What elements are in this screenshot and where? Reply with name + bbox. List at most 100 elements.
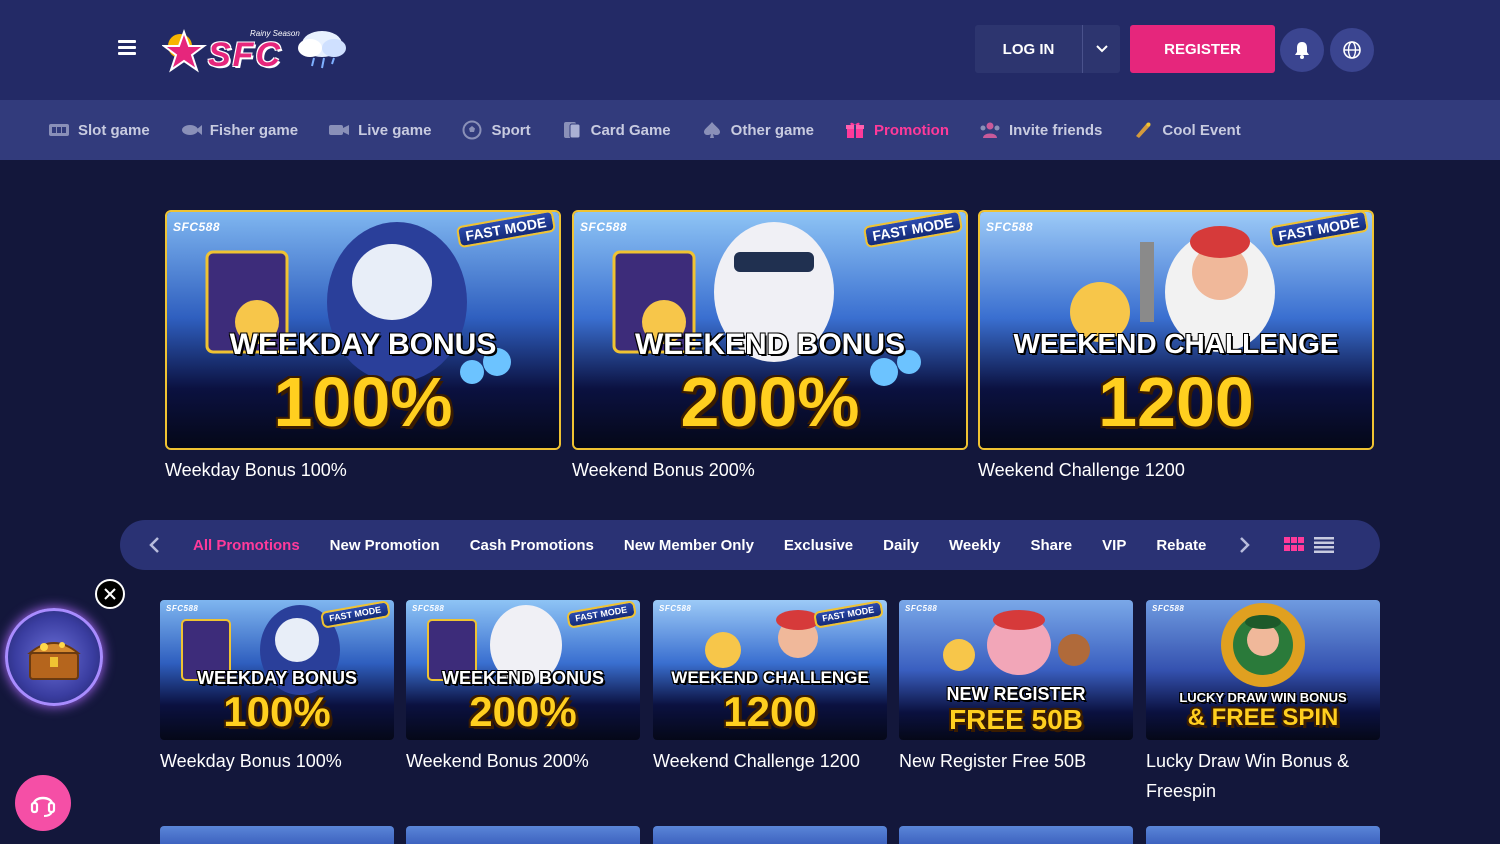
- promo-thumbnail[interactable]: [653, 826, 887, 844]
- nav-label: Sport: [491, 121, 531, 139]
- promo-title: WEEKEND CHALLENGE: [671, 668, 869, 687]
- menu-icon[interactable]: [118, 38, 142, 62]
- nav-label: Live game: [358, 121, 432, 139]
- promo-caption[interactable]: Weekday Bonus 100%: [160, 746, 394, 776]
- nav-label: Promotion: [874, 121, 950, 139]
- live-camera-icon: [328, 120, 350, 140]
- promo-caption[interactable]: New Register Free 50B: [899, 746, 1133, 776]
- nav-item-cool-event[interactable]: Cool Event: [1132, 120, 1241, 140]
- promotion-filter-bar: All Promotions New Promotion Cash Promot…: [120, 520, 1380, 570]
- promo-thumbnail[interactable]: [406, 826, 640, 844]
- customer-support-button[interactable]: [15, 775, 71, 831]
- nav-item-other-game[interactable]: Other game: [701, 120, 814, 140]
- promo-card[interactable]: SFC588 LUCKY DRAW WIN BONUS & FREE SPIN …: [1146, 600, 1380, 806]
- bell-icon[interactable]: [1280, 28, 1324, 72]
- login-group: LOG IN: [975, 25, 1120, 73]
- tab-new-promotion[interactable]: New Promotion: [315, 537, 455, 554]
- chevron-down-icon[interactable]: [1083, 25, 1120, 73]
- spade-icon: [701, 120, 723, 140]
- chevron-left-icon[interactable]: [130, 520, 178, 570]
- featured-caption[interactable]: Weekend Bonus 200%: [572, 460, 968, 481]
- promo-banner[interactable]: SFC588 FAST MODE WEEKEND BONUS 200%: [572, 210, 968, 450]
- promo-thumbnail[interactable]: SFC588 LUCKY DRAW WIN BONUS & FREE SPIN: [1146, 600, 1380, 740]
- promo-card[interactable]: SFC588 FAST MODE WEEKEND CHALLENGE 1200 …: [653, 600, 887, 776]
- tab-share[interactable]: Share: [1015, 537, 1087, 554]
- people-icon: [979, 120, 1001, 140]
- nav-label: Cool Event: [1162, 121, 1241, 139]
- site-header: SFC Rainy Season LOG IN REGISTER: [0, 0, 1500, 100]
- logo-subtext: Rainy Season: [250, 29, 300, 38]
- nav-item-invite-friends[interactable]: Invite friends: [979, 120, 1102, 140]
- promo-card[interactable]: SFC588 NEW REGISTER FREE 50B New Registe…: [899, 600, 1133, 776]
- close-icon[interactable]: [95, 579, 125, 609]
- tab-exclusive[interactable]: Exclusive: [769, 537, 868, 554]
- tab-all-promotions[interactable]: All Promotions: [178, 537, 315, 554]
- logo-text: SFC: [208, 36, 282, 74]
- promo-thumbnail[interactable]: [899, 826, 1133, 844]
- promo-caption[interactable]: Weekend Challenge 1200: [653, 746, 887, 776]
- register-button[interactable]: REGISTER: [1130, 25, 1275, 73]
- featured-card[interactable]: SFC588 FAST MODE WEEKEND BONUS 200% Week…: [572, 210, 968, 481]
- tab-vip[interactable]: VIP: [1087, 537, 1141, 554]
- gift-icon: [844, 120, 866, 140]
- list-view-icon[interactable]: [1313, 535, 1335, 555]
- featured-card[interactable]: SFC588 FAST MODE WEEKEND CHALLENGE 1200 …: [978, 210, 1374, 481]
- featured-caption[interactable]: Weekday Bonus 100%: [165, 460, 561, 481]
- promo-caption[interactable]: Weekend Bonus 200%: [406, 746, 640, 776]
- nav-label: Other game: [730, 121, 815, 139]
- promo-amount: 1200: [723, 688, 817, 735]
- nav-label: Fisher game: [209, 121, 299, 139]
- promo-amount: & FREE SPIN: [1187, 704, 1339, 731]
- slot-machine-icon: [48, 120, 70, 140]
- promo-title: LUCKY DRAW WIN BONUS: [1179, 690, 1347, 705]
- promo-thumbnail[interactable]: [160, 826, 394, 844]
- tab-rebate[interactable]: Rebate: [1141, 537, 1221, 554]
- login-button[interactable]: LOG IN: [975, 25, 1083, 73]
- view-toggle: [1279, 535, 1339, 555]
- chevron-right-icon[interactable]: [1221, 520, 1269, 570]
- playing-cards-icon: [561, 120, 583, 140]
- tab-weekly[interactable]: Weekly: [934, 537, 1015, 554]
- brand-label: SFC588: [1152, 604, 1185, 613]
- nav-label: Card Game: [590, 121, 671, 139]
- promo-banner[interactable]: SFC588 FAST MODE WEEKEND CHALLENGE 1200: [978, 210, 1374, 450]
- promo-amount: 1200: [1098, 363, 1254, 441]
- featured-card[interactable]: SFC588 FAST MODE WEEKDAY BONUS 100% Week…: [165, 210, 561, 481]
- nav-item-slot-game[interactable]: Slot game: [48, 120, 150, 140]
- featured-caption[interactable]: Weekend Challenge 1200: [978, 460, 1374, 481]
- nav-item-promotion[interactable]: Promotion: [844, 120, 949, 140]
- grid-view-icon[interactable]: [1283, 535, 1305, 555]
- nav-item-live-game[interactable]: Live game: [328, 120, 431, 140]
- featured-promotions: SFC588 FAST MODE WEEKDAY BONUS 100% Week…: [165, 210, 1375, 490]
- brand-label: SFC588: [659, 604, 692, 613]
- promo-title: WEEKDAY BONUS: [196, 668, 358, 688]
- promo-thumbnail[interactable]: [1146, 826, 1380, 844]
- nav-label: Slot game: [78, 121, 150, 139]
- promo-title: WEEKEND CHALLENGE: [1013, 328, 1339, 359]
- nav-item-sport[interactable]: Sport: [461, 120, 531, 140]
- tab-cash-promotions[interactable]: Cash Promotions: [455, 537, 609, 554]
- promo-thumbnail[interactable]: SFC588 FAST MODE WEEKDAY BONUS 100%: [160, 600, 394, 740]
- promo-card[interactable]: SFC588 FAST MODE WEEKDAY BONUS 100% Week…: [160, 600, 394, 776]
- tab-daily[interactable]: Daily: [868, 537, 934, 554]
- promo-caption[interactable]: Lucky Draw Win Bonus & Freespin: [1146, 746, 1380, 806]
- promo-thumbnail[interactable]: SFC588 FAST MODE WEEKEND CHALLENGE 1200: [653, 600, 887, 740]
- promo-thumbnail[interactable]: SFC588 NEW REGISTER FREE 50B: [899, 600, 1133, 740]
- promo-card[interactable]: SFC588 FAST MODE WEEKEND BONUS 200% Week…: [406, 600, 640, 776]
- promo-amount: 100%: [273, 363, 453, 441]
- tab-new-member-only[interactable]: New Member Only: [609, 537, 769, 554]
- treasure-chest-widget[interactable]: [5, 608, 103, 706]
- fish-icon: [180, 120, 202, 140]
- promo-banner[interactable]: SFC588 FAST MODE WEEKDAY BONUS 100%: [165, 210, 561, 450]
- nav-item-card-game[interactable]: Card Game: [561, 120, 671, 140]
- promo-thumbnail[interactable]: SFC588 FAST MODE WEEKEND BONUS 200%: [406, 600, 640, 740]
- promo-amount: 200%: [469, 688, 577, 735]
- promotion-grid: SFC588 FAST MODE WEEKDAY BONUS 100% Week…: [160, 600, 1380, 844]
- nav-item-fisher-game[interactable]: Fisher game: [180, 120, 298, 140]
- promo-title: WEEKEND BONUS: [441, 668, 604, 688]
- nav-label: Invite friends: [1009, 121, 1103, 139]
- brand-label: SFC588: [166, 604, 199, 613]
- globe-icon[interactable]: [1330, 28, 1374, 72]
- brand-label: SFC588: [412, 604, 445, 613]
- treasure-chest-icon: [27, 642, 81, 680]
